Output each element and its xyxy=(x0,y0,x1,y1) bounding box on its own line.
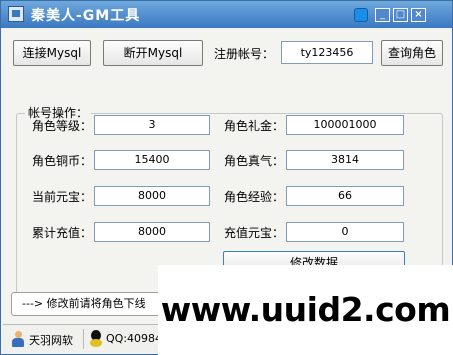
watermark: www.uuid2.com xyxy=(158,265,453,355)
gift-input[interactable]: 100001000 xyxy=(286,115,404,135)
disconnect-mysql-button[interactable]: 断开Mysql xyxy=(103,40,203,66)
account-label: 注册帐号： xyxy=(214,47,275,61)
gift-label: 角色礼金： xyxy=(224,119,285,133)
shirt-icon[interactable] xyxy=(354,8,368,22)
qq-icon xyxy=(89,330,103,347)
close-button[interactable]: × xyxy=(411,8,426,22)
level-input[interactable]: 3 xyxy=(94,115,210,135)
ingot-label: 当前元宝： xyxy=(32,190,93,204)
qi-input[interactable]: 3814 xyxy=(286,150,404,170)
total-recharge-input[interactable]: 8000 xyxy=(94,222,210,242)
copper-input[interactable]: 15400 xyxy=(94,150,210,170)
copper-label: 角色铜币： xyxy=(32,154,93,168)
exp-input[interactable]: 66 xyxy=(286,186,404,206)
app-icon xyxy=(8,6,24,22)
account-input[interactable]: ty123456 xyxy=(281,41,373,64)
title-bar[interactable]: 秦美人-GM工具 _ □ × xyxy=(1,1,452,28)
company-label: 天羽网软 xyxy=(29,334,73,347)
status-divider xyxy=(83,329,84,349)
recharge-ingot-input[interactable]: 0 xyxy=(286,222,404,242)
minimize-button[interactable]: _ xyxy=(375,8,390,22)
total-recharge-label: 累计充值： xyxy=(32,226,93,240)
maximize-button[interactable]: □ xyxy=(393,8,408,22)
window-title: 秦美人-GM工具 xyxy=(31,8,141,24)
exp-label: 角色经验： xyxy=(224,190,285,204)
ingot-input[interactable]: 8000 xyxy=(94,186,210,206)
person-icon xyxy=(11,331,25,347)
connect-mysql-button[interactable]: 连接Mysql xyxy=(13,40,91,66)
qi-label: 角色真气： xyxy=(224,154,285,168)
query-role-button[interactable]: 查询角色 xyxy=(381,40,443,66)
level-label: 角色等级： xyxy=(32,119,93,133)
recharge-ingot-label: 充值元宝： xyxy=(224,226,285,240)
